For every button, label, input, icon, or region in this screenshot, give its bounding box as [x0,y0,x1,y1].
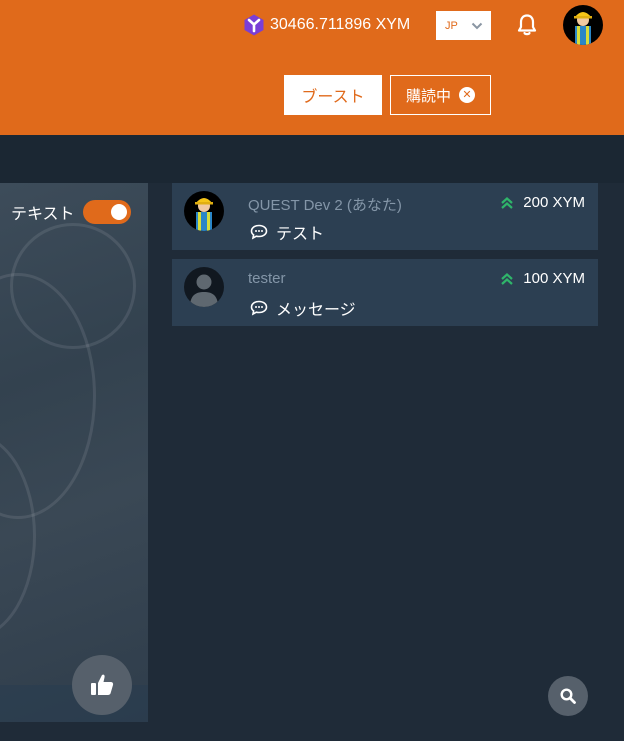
language-value: JP [445,19,458,32]
boost-amount-text: 100 XYM [523,270,585,287]
wallet-balance[interactable]: 30466.711896 XYM [242,12,410,38]
chat-bubble-icon [250,224,268,240]
content-top-bar [0,135,624,183]
video-player[interactable] [0,183,148,722]
close-circle-icon[interactable]: ✕ [459,87,475,103]
hardhat-worker-avatar-icon [195,198,213,231]
chevron-down-icon [471,22,483,29]
subscribed-button[interactable]: 購読中 ✕ [390,75,491,115]
user-avatar[interactable] [563,5,603,45]
search-icon [560,688,576,704]
video-shape [10,223,136,349]
balance-text: 30466.711896 XYM [270,16,411,33]
message-text: テスト [276,226,325,243]
notifications-button[interactable] [514,12,540,38]
text-toggle-label: テキスト [11,206,75,223]
boost-button[interactable]: ブースト [284,75,382,115]
symbol-logo-icon [244,14,264,36]
default-user-avatar-icon [190,274,218,307]
bell-icon [517,14,537,36]
chat-bubble-icon [250,300,268,316]
double-chevron-up-icon [501,196,514,209]
hardhat-worker-avatar-icon [574,12,592,45]
subscribed-label: 購読中 [405,87,451,105]
top-header: 30466.711896 XYM JP ブースト 購読中 ✕ [0,0,624,135]
toggle-knob [110,204,127,220]
search-button[interactable] [548,676,588,716]
boost-amount: 200 XYM [500,194,585,211]
boost-amount-text: 200 XYM [523,194,585,211]
double-chevron-up-icon [501,272,514,285]
message-card: tester 100 XYM メッセージ [172,259,598,326]
message-card: QUEST Dev 2 (あなた) 200 XYM テスト [172,183,598,250]
sender-name: QUEST Dev 2 (あなた) [248,197,402,214]
text-toggle-row: テキスト [11,200,131,224]
sender-name: tester [248,270,286,287]
message-text-row: メッセージ [250,296,356,320]
message-text: メッセージ [276,302,356,319]
default-user-avatar [184,267,224,307]
thumbs-up-icon [91,674,114,695]
boost-amount: 100 XYM [500,270,585,287]
like-button[interactable] [72,655,132,715]
language-select[interactable]: JP [436,11,491,40]
message-text-row: テスト [250,220,324,244]
text-toggle-switch[interactable] [82,200,131,224]
hardhat-worker-avatar [184,191,224,231]
